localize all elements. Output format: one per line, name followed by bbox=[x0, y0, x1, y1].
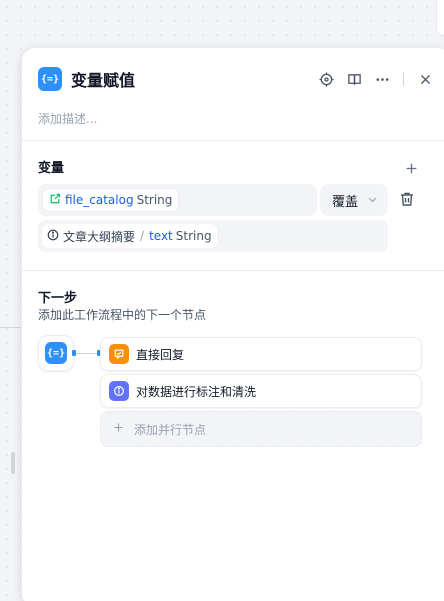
chevron-down-icon bbox=[367, 194, 378, 209]
value-variable-name: text bbox=[149, 229, 173, 243]
close-icon[interactable] bbox=[414, 68, 436, 90]
value-source-node: 文章大纲摘要 bbox=[63, 229, 136, 244]
description-input[interactable]: 添加描述... bbox=[38, 110, 97, 127]
target-variable-chip[interactable]: file_catalog String bbox=[42, 188, 180, 212]
next-step-connector bbox=[74, 353, 99, 354]
variable-assigner-icon: {=} bbox=[45, 342, 67, 364]
add-variable-button[interactable] bbox=[402, 159, 420, 177]
variables-section-title: 变量 bbox=[38, 161, 65, 176]
divider bbox=[22, 270, 444, 271]
add-parallel-node-button[interactable]: 添加并行节点 bbox=[100, 411, 422, 447]
next-node-direct-reply[interactable]: 直接回复 bbox=[100, 337, 422, 371]
next-step-subtitle: 添加此工作流程中的下一个节点 bbox=[38, 308, 207, 322]
locate-icon[interactable] bbox=[315, 68, 337, 90]
value-variable-chip[interactable]: 文章大纲摘要 / text String bbox=[42, 224, 217, 248]
variable-assigner-icon: {=} bbox=[38, 67, 62, 91]
plus-icon bbox=[113, 421, 124, 437]
divider bbox=[22, 140, 444, 141]
panel-header: {=} 变量赋值 bbox=[38, 66, 444, 92]
panel-title[interactable]: 变量赋值 bbox=[71, 67, 135, 91]
assign-mode-value: 覆盖 bbox=[332, 194, 359, 210]
header-separator bbox=[403, 72, 404, 86]
next-step-title: 下一步 bbox=[38, 291, 78, 306]
resize-handle[interactable] bbox=[11, 452, 15, 474]
path-separator: / bbox=[140, 229, 145, 243]
conversation-variable-icon bbox=[49, 193, 61, 208]
target-variable-name: file_catalog bbox=[65, 193, 134, 207]
value-variable-selector[interactable]: 文章大纲摘要 / text String bbox=[38, 220, 388, 252]
node-settings-panel: {=} 变量赋值 添加描述... 变量 file_catalog String … bbox=[21, 47, 444, 601]
current-node: {=} bbox=[38, 335, 74, 371]
source-handle bbox=[72, 350, 76, 356]
next-node-annotate-clean[interactable]: 对数据进行标注和清洗 bbox=[100, 374, 422, 408]
add-parallel-label: 添加并行节点 bbox=[134, 422, 207, 437]
trash-icon[interactable] bbox=[399, 191, 417, 209]
next-node-label: 对数据进行标注和清洗 bbox=[136, 384, 257, 399]
value-variable-type: String bbox=[175, 229, 212, 243]
more-icon[interactable] bbox=[371, 68, 393, 90]
info-icon bbox=[47, 229, 59, 244]
target-variable-type: String bbox=[136, 193, 173, 207]
target-variable-selector[interactable]: file_catalog String bbox=[38, 184, 317, 216]
assign-mode-select[interactable]: 覆盖 bbox=[320, 184, 388, 216]
book-icon[interactable] bbox=[343, 68, 365, 90]
background-node-card bbox=[436, 0, 444, 36]
agent-icon bbox=[109, 381, 129, 401]
edge-connector bbox=[0, 327, 22, 328]
answer-icon bbox=[109, 344, 129, 364]
next-node-label: 直接回复 bbox=[136, 347, 185, 362]
